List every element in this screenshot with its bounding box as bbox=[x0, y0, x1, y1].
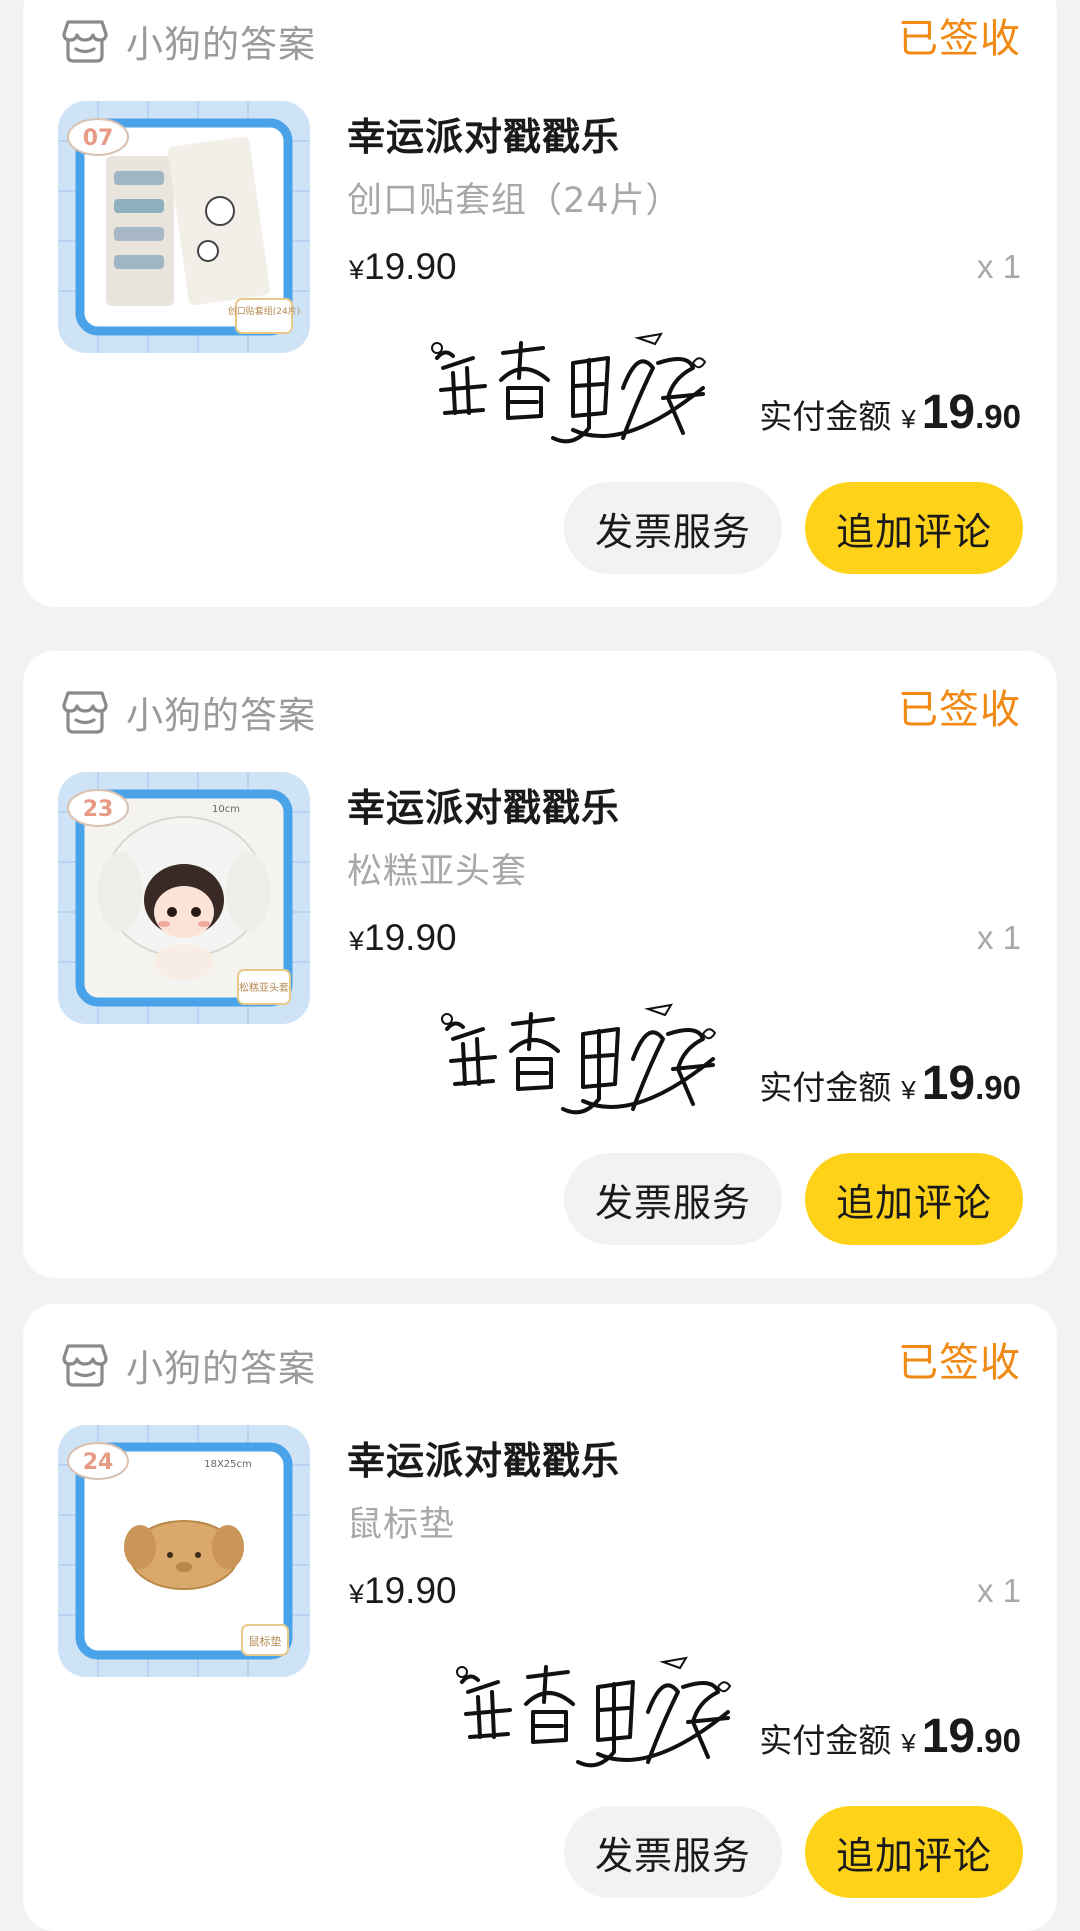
shop-row[interactable]: 小狗的答案 bbox=[60, 1340, 316, 1390]
signature-watermark bbox=[448, 1642, 748, 1772]
paid-amount: 实付金额 ¥ 19 .90 bbox=[759, 386, 1021, 439]
unit-price: ¥19.90 bbox=[349, 1570, 457, 1611]
signature-watermark bbox=[433, 989, 733, 1119]
product-title[interactable]: 幸运派对戳戳乐 bbox=[347, 1430, 620, 1485]
order-status: 已签收 bbox=[898, 16, 1021, 62]
thumb-number: 24 bbox=[83, 1450, 114, 1475]
order-status: 已签收 bbox=[898, 687, 1021, 733]
thumb-corner-tag: 创口贴套组(24片) bbox=[228, 305, 300, 317]
thumb-number: 07 bbox=[83, 126, 114, 151]
thumb-corner-tag: 松糕亚头套 bbox=[239, 981, 289, 994]
store-icon bbox=[60, 16, 110, 66]
thumb-number: 23 bbox=[83, 797, 114, 822]
invoice-button[interactable]: 发票服务 bbox=[564, 1153, 782, 1245]
shop-row[interactable]: 小狗的答案 bbox=[60, 687, 316, 737]
order-card[interactable]: 小狗的答案 已签收 bbox=[23, 651, 1057, 1278]
shop-name[interactable]: 小狗的答案 bbox=[126, 1338, 316, 1392]
thumb-corner-tag: 鼠标垫 bbox=[249, 1634, 282, 1648]
unit-price: ¥19.90 bbox=[349, 917, 457, 958]
add-review-button[interactable]: 追加评论 bbox=[805, 1153, 1023, 1245]
paid-amount: 实付金额 ¥ 19 .90 bbox=[759, 1710, 1021, 1763]
shop-name[interactable]: 小狗的答案 bbox=[126, 685, 316, 739]
invoice-button[interactable]: 发票服务 bbox=[564, 1806, 782, 1898]
thumb-size-tag: 10cm bbox=[212, 804, 240, 815]
add-review-button[interactable]: 追加评论 bbox=[805, 482, 1023, 574]
paid-label: 实付金额 bbox=[759, 1068, 892, 1107]
signature-watermark bbox=[423, 318, 723, 448]
quantity: x 1 bbox=[976, 919, 1021, 956]
product-sku: 鼠标垫 bbox=[347, 1505, 456, 1545]
shop-row[interactable]: 小狗的答案 bbox=[60, 16, 316, 66]
paid-label: 实付金额 bbox=[759, 1721, 892, 1760]
product-image[interactable]: 23 10cm 松糕亚头套 bbox=[58, 772, 310, 1024]
thumb-size-tag: 18X25cm bbox=[204, 1459, 252, 1470]
order-status: 已签收 bbox=[898, 1340, 1021, 1386]
invoice-button[interactable]: 发票服务 bbox=[564, 482, 782, 574]
order-card[interactable]: 小狗的答案 已签收 24 18X25cm 鼠标垫 幸运派对戳戳乐 鼠标垫 ¥19… bbox=[23, 1304, 1057, 1931]
product-sku: 松糕亚头套 bbox=[347, 852, 528, 892]
add-review-button[interactable]: 追加评论 bbox=[805, 1806, 1023, 1898]
product-image[interactable]: 24 18X25cm 鼠标垫 bbox=[58, 1425, 310, 1677]
order-card[interactable]: 小狗的答案 已签收 bbox=[23, 0, 1057, 607]
product-title[interactable]: 幸运派对戳戳乐 bbox=[347, 106, 620, 161]
paid-amount: 实付金额 ¥ 19 .90 bbox=[759, 1057, 1021, 1110]
shop-name[interactable]: 小狗的答案 bbox=[126, 14, 316, 68]
product-title[interactable]: 幸运派对戳戳乐 bbox=[347, 777, 620, 832]
product-sku: 创口贴套组（24片） bbox=[347, 181, 682, 221]
product-image[interactable]: 07 创口贴套组(24片) bbox=[58, 101, 310, 353]
quantity: x 1 bbox=[976, 1572, 1021, 1609]
quantity: x 1 bbox=[976, 248, 1021, 285]
paid-label: 实付金额 bbox=[759, 397, 892, 436]
unit-price: ¥19.90 bbox=[349, 246, 457, 287]
store-icon bbox=[60, 687, 110, 737]
order-list: 小狗的答案 已签收 07 创口贴套组(24片) 幸运派对戳戳乐 创口贴套组（24… bbox=[0, 0, 1080, 1931]
store-icon bbox=[60, 1340, 110, 1390]
